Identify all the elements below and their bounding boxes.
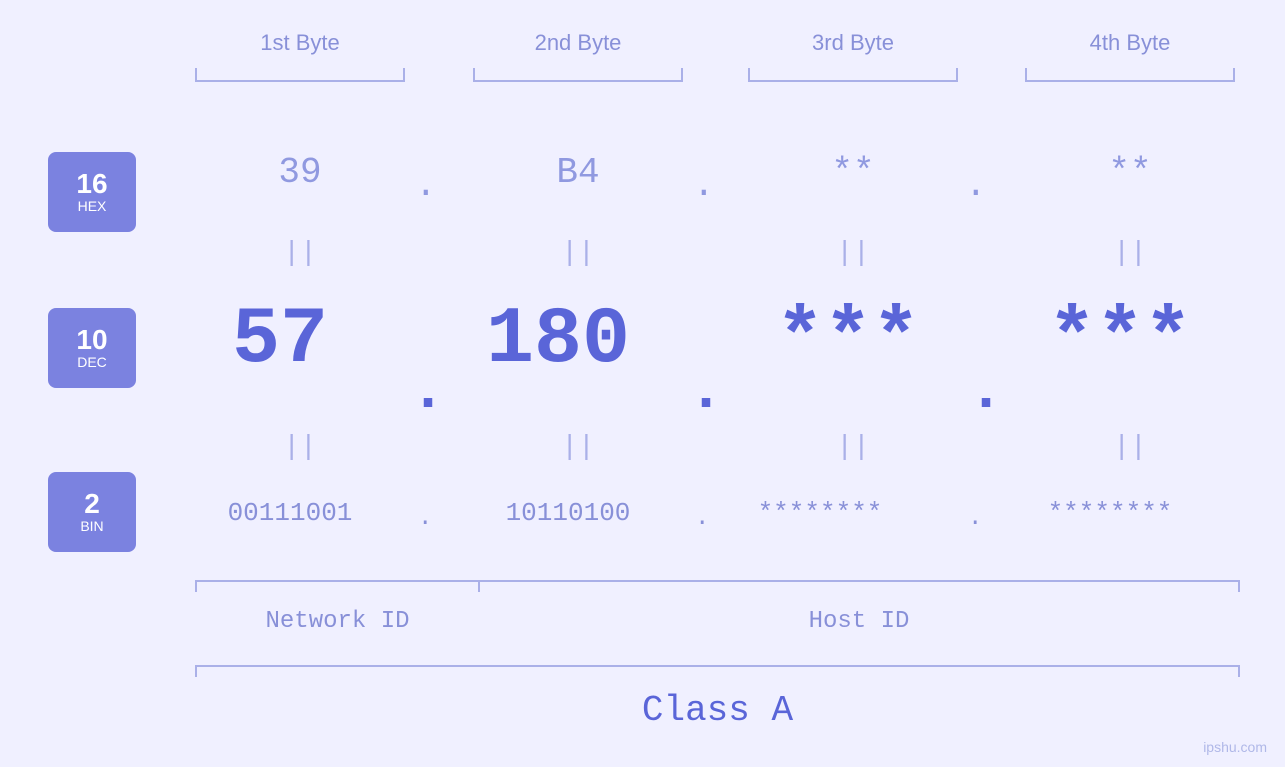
bracket-3 (748, 80, 958, 82)
eq-hd-3: || (748, 238, 958, 269)
bin-val-3: ******** (700, 498, 940, 528)
hex-dot-2: . (693, 165, 715, 206)
dec-badge-number: 10 (76, 326, 107, 354)
col-header-1: 1st Byte (195, 30, 405, 56)
network-id-label: Network ID (195, 608, 480, 635)
hex-dot-1: . (415, 165, 437, 206)
main-container: 16 HEX 10 DEC 2 BIN 1st Byte 2nd Byte 3r… (0, 0, 1285, 767)
watermark: ipshu.com (1203, 739, 1267, 755)
col-header-3: 3rd Byte (748, 30, 958, 56)
dec-badge-label: DEC (77, 354, 107, 370)
hex-badge-label: HEX (78, 198, 107, 214)
bin-dot-1: . (418, 505, 432, 532)
hex-dot-3: . (965, 165, 987, 206)
hex-badge: 16 HEX (48, 152, 136, 232)
bin-dot-3: . (968, 505, 982, 532)
full-bracket (195, 665, 1240, 667)
eq-db-2: || (473, 432, 683, 463)
eq-db-4: || (1025, 432, 1235, 463)
eq-db-1: || (195, 432, 405, 463)
eq-hd-4: || (1025, 238, 1235, 269)
col-header-2: 2nd Byte (473, 30, 683, 56)
eq-hd-2: || (473, 238, 683, 269)
dec-val-4: *** (990, 295, 1250, 386)
dec-val-3: *** (718, 295, 978, 386)
bin-val-1: 00111001 (160, 498, 420, 528)
dec-val-2: 180 (438, 295, 678, 386)
network-bracket (195, 580, 480, 582)
bracket-4 (1025, 80, 1235, 82)
hex-badge-number: 16 (76, 170, 107, 198)
eq-db-3: || (748, 432, 958, 463)
host-id-label: Host ID (478, 608, 1240, 635)
eq-hd-1: || (195, 238, 405, 269)
bin-val-4: ******** (990, 498, 1230, 528)
bin-val-2: 10110100 (438, 498, 698, 528)
hex-val-4: ** (1025, 152, 1235, 193)
bin-badge: 2 BIN (48, 472, 136, 552)
bracket-2 (473, 80, 683, 82)
host-bracket (478, 580, 1240, 582)
hex-val-3: ** (748, 152, 958, 193)
bin-badge-label: BIN (80, 518, 103, 534)
bin-badge-number: 2 (84, 490, 100, 518)
dec-badge: 10 DEC (48, 308, 136, 388)
dec-val-1: 57 (160, 295, 400, 386)
hex-val-1: 39 (195, 152, 405, 193)
hex-val-2: B4 (473, 152, 683, 193)
class-label: Class A (195, 690, 1240, 731)
col-header-4: 4th Byte (1025, 30, 1235, 56)
bracket-1 (195, 80, 405, 82)
